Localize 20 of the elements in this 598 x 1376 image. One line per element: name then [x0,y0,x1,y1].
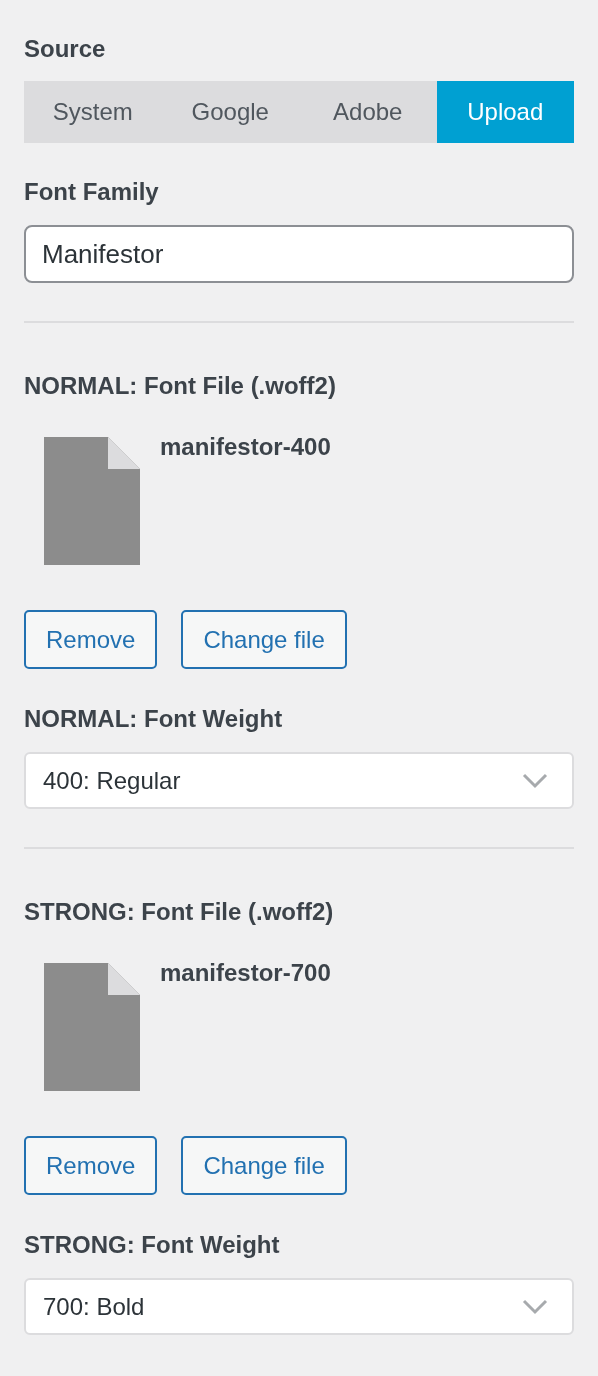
field-label: NORMAL: Font Weight [24,704,283,734]
field-label: STRONG: Font Weight [24,1230,280,1260]
field-label: STRONG: Font File (.woff2) [24,897,334,927]
file-name: manifestor-700 [160,958,331,988]
file-icon [44,437,140,565]
font-weight-select[interactable]: 400: Regular [24,752,574,809]
change-file-button[interactable]: Change file [181,610,347,669]
font-weight-select[interactable]: 700: Bold [24,1278,574,1335]
chevron-down-icon [522,1298,548,1315]
change-file-button[interactable]: Change file [181,1136,347,1195]
field-label: Font Family [24,177,159,207]
font-family-input[interactable]: Manifestor [24,225,574,283]
remove-button[interactable]: Remove [24,610,158,669]
source-tab[interactable]: Upload [436,81,574,143]
field-label: Source [24,34,106,64]
file-icon [44,963,140,1091]
chevron-down-icon [522,772,548,789]
file-name: manifestor-400 [160,432,331,462]
field-label: NORMAL: Font File (.woff2) [24,371,336,401]
remove-button[interactable]: Remove [24,1136,158,1195]
